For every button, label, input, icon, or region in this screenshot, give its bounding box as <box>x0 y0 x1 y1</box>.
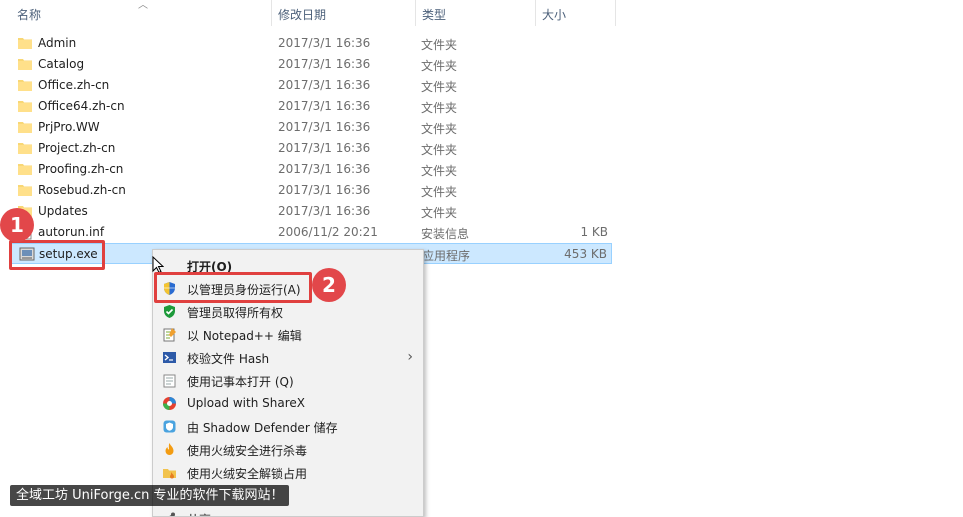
file-row[interactable]: Admin 2017/3/1 16:36 文件夹 <box>10 33 612 54</box>
file-row[interactable]: PrjPro.WW 2017/3/1 16:36 文件夹 <box>10 117 612 138</box>
menu-item-open-with-notepad[interactable]: 使用记事本打开 (Q) <box>153 369 423 392</box>
huorong-unlock-icon <box>163 469 176 479</box>
column-divider[interactable] <box>535 0 536 26</box>
folder-icon <box>18 164 32 175</box>
file-date: 2006/11/2 20:21 <box>278 225 378 239</box>
file-row[interactable]: Project.zh-cn 2017/3/1 16:36 文件夹 <box>10 138 612 159</box>
green-shield-check-icon <box>164 305 175 318</box>
menu-item-notepad-plus-plus[interactable]: 以 Notepad++ 编辑 <box>153 323 423 346</box>
shadow-defender-icon <box>163 420 176 433</box>
file-row[interactable]: Catalog 2017/3/1 16:36 文件夹 <box>10 54 612 75</box>
menu-item-label: 管理员取得所有权 <box>187 306 284 320</box>
menu-item-huorong-scan[interactable]: 使用火绒安全进行杀毒 <box>153 438 423 461</box>
menu-item-huorong-unlock[interactable]: 使用火绒安全解锁占用 <box>153 461 423 484</box>
menu-item-label: 共享 <box>187 511 211 516</box>
file-size: 1 KB <box>580 225 608 239</box>
menu-item-label: Upload with ShareX <box>187 396 305 410</box>
huorong-icon <box>165 443 174 455</box>
column-size[interactable]: 大小 <box>542 6 566 23</box>
menu-item-label: 使用火绒安全进行杀毒 <box>187 444 308 458</box>
file-type: 文件夹 <box>421 143 458 157</box>
file-date: 2017/3/1 16:36 <box>278 57 371 71</box>
folder-icon <box>18 38 32 49</box>
file-name: Project.zh-cn <box>38 141 116 155</box>
file-name: autorun.inf <box>38 225 105 239</box>
file-date: 2017/3/1 16:36 <box>278 78 371 92</box>
menu-item-take-ownership[interactable]: 管理员取得所有权 <box>153 300 423 323</box>
step-marker-1: 1 <box>0 208 34 242</box>
share-icon <box>169 512 175 516</box>
step-marker-2: 2 <box>312 268 346 302</box>
sharex-icon <box>163 397 176 410</box>
file-type: 文件夹 <box>421 101 458 115</box>
file-type: 文件夹 <box>421 80 458 94</box>
file-date: 2017/3/1 16:36 <box>278 120 371 134</box>
file-type: 文件夹 <box>421 38 458 52</box>
menu-item-file-hash[interactable]: 校验文件 Hash › <box>153 346 423 369</box>
notepad-icon <box>163 374 176 388</box>
file-name: PrjPro.WW <box>38 120 100 134</box>
file-type: 文件夹 <box>421 164 458 178</box>
run-as-admin-highlight-box <box>154 272 312 303</box>
folder-icon <box>18 143 32 154</box>
sort-up-icon: ︿ <box>138 0 148 11</box>
folder-icon <box>18 185 32 196</box>
file-date: 2017/3/1 16:36 <box>278 99 371 113</box>
menu-item-sharex[interactable]: Upload with ShareX <box>153 392 423 415</box>
file-type: 文件夹 <box>421 185 458 199</box>
notepad-plus-plus-icon <box>163 328 176 342</box>
column-divider[interactable] <box>271 0 272 26</box>
column-date[interactable]: 修改日期 <box>278 6 326 23</box>
file-name: Updates <box>38 204 88 218</box>
chevron-right-icon: › <box>407 349 413 365</box>
file-date: 2017/3/1 16:36 <box>278 162 371 176</box>
file-date: 2017/3/1 16:36 <box>278 36 371 50</box>
file-name: Rosebud.zh-cn <box>38 183 126 197</box>
column-divider[interactable] <box>415 0 416 26</box>
file-date: 2017/3/1 16:36 <box>278 204 371 218</box>
menu-item-share[interactable]: 共享 <box>153 507 423 516</box>
file-type: 应用程序 <box>422 249 471 263</box>
file-type: 文件夹 <box>421 59 458 73</box>
file-size: 453 KB <box>564 247 607 261</box>
file-name: Office64.zh-cn <box>38 99 125 113</box>
file-row[interactable]: Updates 2017/3/1 16:36 文件夹 <box>10 201 612 222</box>
file-name: Office.zh-cn <box>38 78 110 92</box>
folder-icon <box>18 80 32 91</box>
file-row[interactable]: Office64.zh-cn 2017/3/1 16:36 文件夹 <box>10 96 612 117</box>
file-date: 2017/3/1 16:36 <box>278 183 371 197</box>
folder-icon <box>18 101 32 112</box>
column-type[interactable]: 类型 <box>422 6 446 23</box>
menu-item-label: 校验文件 Hash <box>187 352 270 366</box>
watermark-banner: 全域工坊 UniForge.cn 专业的软件下载网站！ <box>10 485 290 506</box>
terminal-icon <box>163 352 176 363</box>
file-type: 文件夹 <box>421 206 458 220</box>
column-header: ︿ 名称 修改日期 类型 大小 <box>0 0 616 26</box>
folder-icon <box>18 122 32 133</box>
column-divider[interactable] <box>615 0 616 26</box>
file-name: Catalog <box>38 57 85 71</box>
menu-item-label: 由 Shadow Defender 储存 <box>187 421 338 435</box>
menu-item-shadow-defender[interactable]: 由 Shadow Defender 储存 <box>153 415 423 438</box>
menu-item-label: 以 Notepad++ 编辑 <box>187 329 302 343</box>
menu-item-label: 使用记事本打开 (Q) <box>187 375 294 389</box>
file-row[interactable]: Office.zh-cn 2017/3/1 16:36 文件夹 <box>10 75 612 96</box>
file-type: 文件夹 <box>421 122 458 136</box>
file-name: Proofing.zh-cn <box>38 162 124 176</box>
file-row[interactable]: Proofing.zh-cn 2017/3/1 16:36 文件夹 <box>10 159 612 180</box>
folder-icon <box>18 59 32 70</box>
setup-highlight-box <box>9 240 105 270</box>
file-name: Admin <box>38 36 77 50</box>
file-date: 2017/3/1 16:36 <box>278 141 371 155</box>
menu-item-label: 使用火绒安全解锁占用 <box>187 467 308 481</box>
column-name[interactable]: 名称 <box>17 6 41 23</box>
file-type: 安装信息 <box>421 227 470 241</box>
file-row[interactable]: Rosebud.zh-cn 2017/3/1 16:36 文件夹 <box>10 180 612 201</box>
